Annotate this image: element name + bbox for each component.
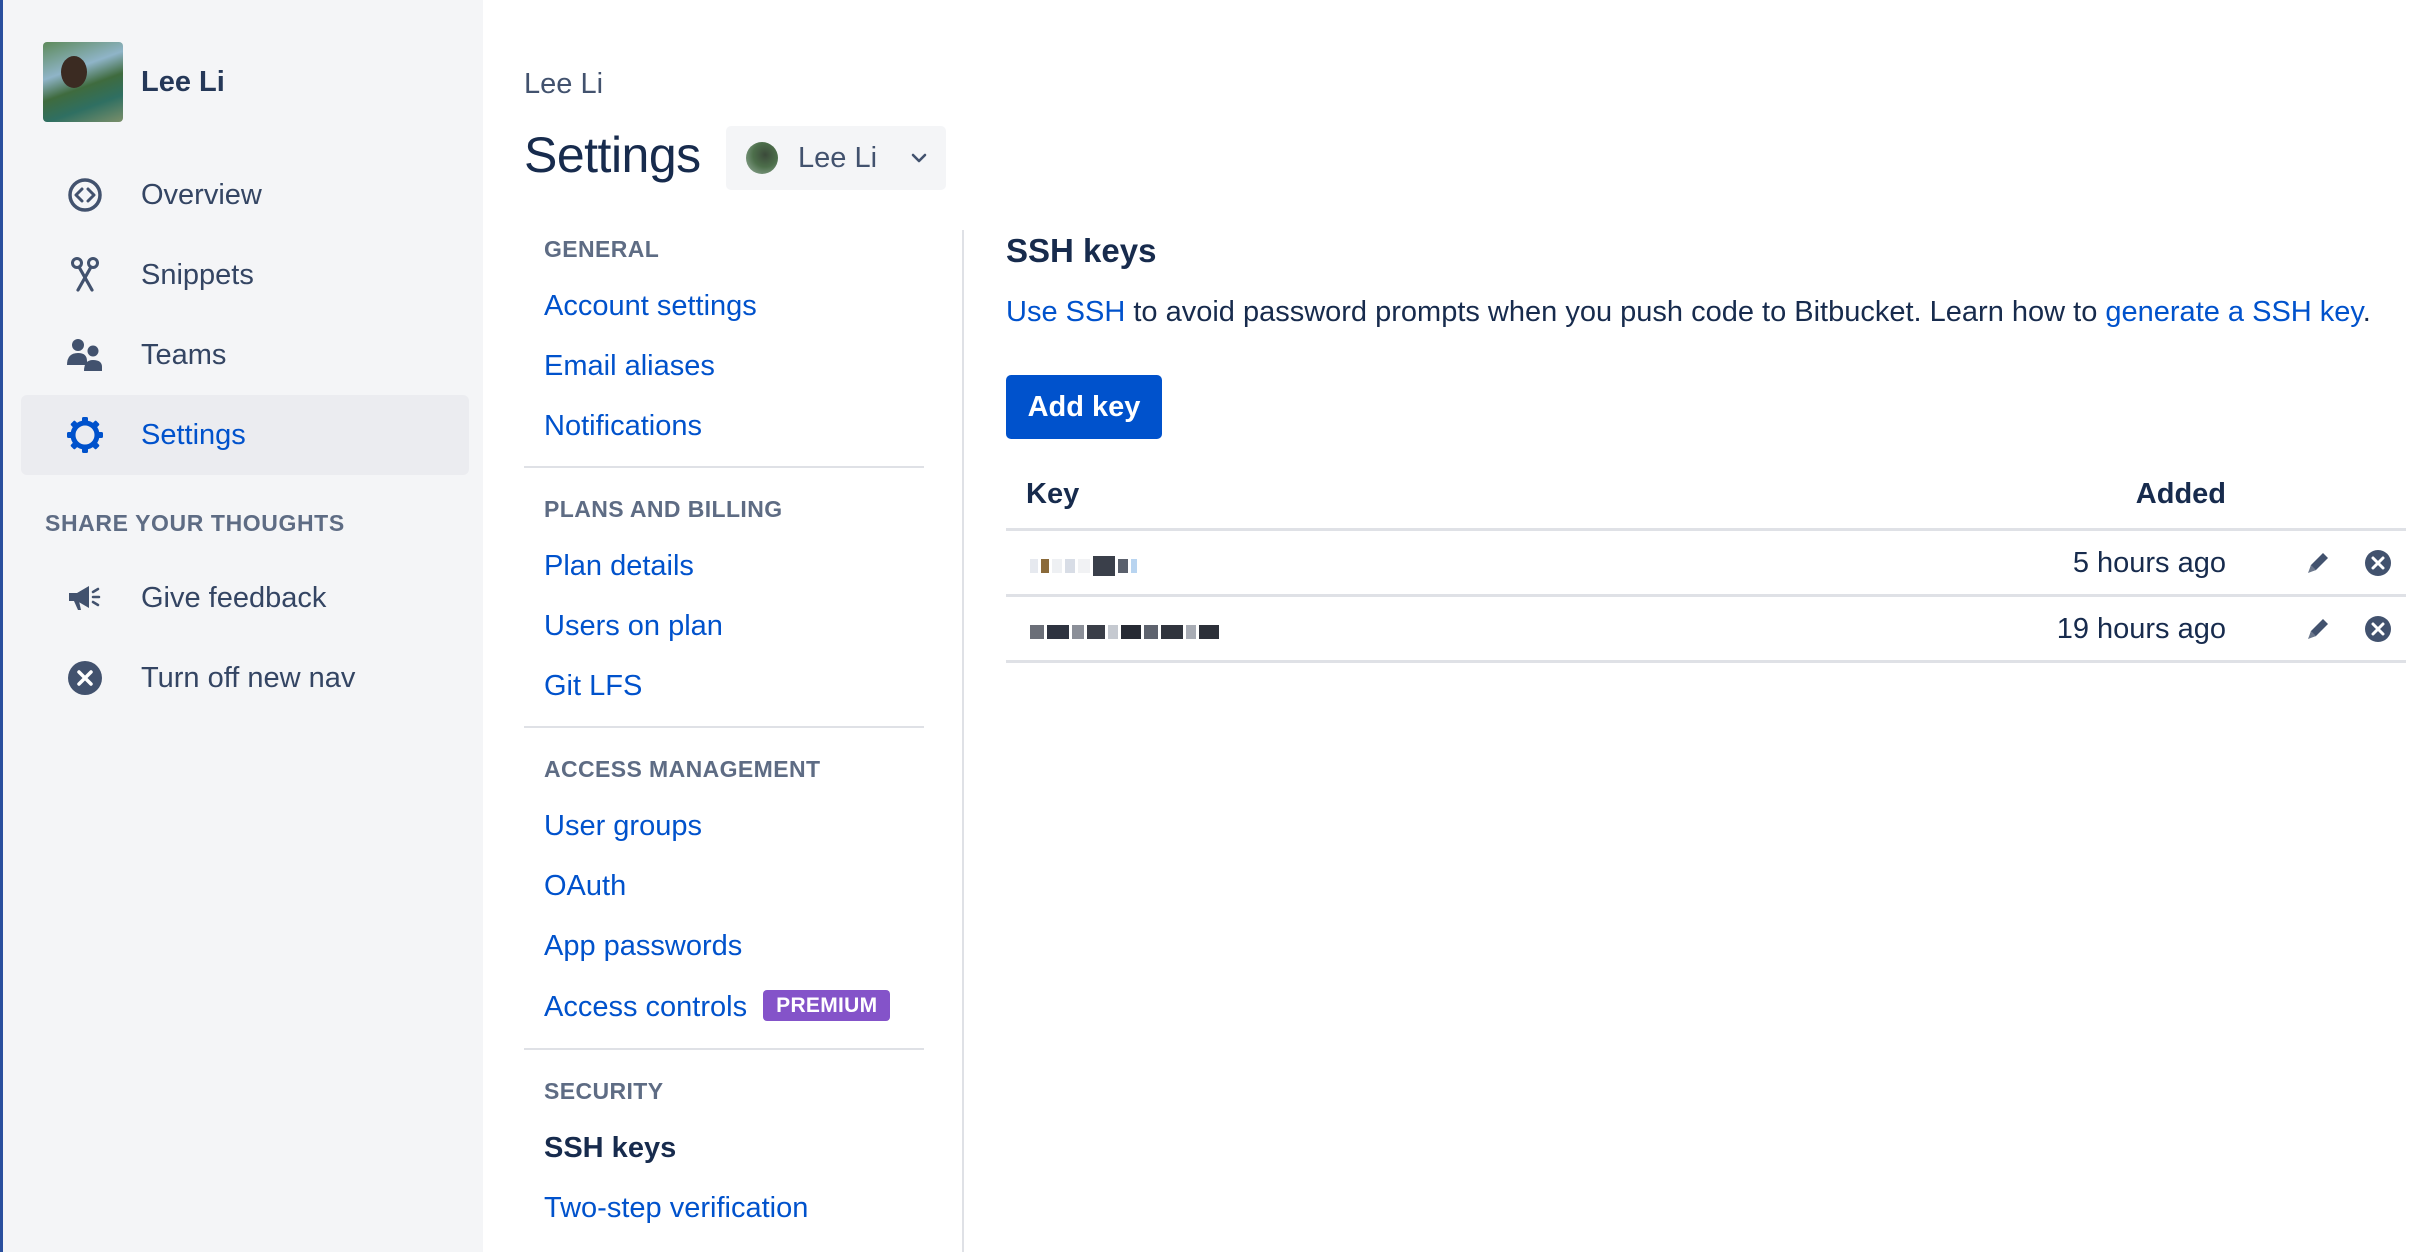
premium-badge: PREMIUM <box>763 990 891 1021</box>
snippets-icon <box>63 253 107 297</box>
content-description: Use SSH to avoid password prompts when y… <box>1006 296 2371 329</box>
settings-link-access-controls[interactable]: Access controls PREMIUM <box>544 990 891 1024</box>
divider <box>524 1048 924 1050</box>
settings-link-user-groups[interactable]: User groups <box>544 810 702 843</box>
settings-link-git-lfs[interactable]: Git LFS <box>544 670 642 703</box>
sidebar-item-overview[interactable]: Overview <box>21 155 469 235</box>
sidebar-item-label: Settings <box>141 418 246 451</box>
close-circle-icon[interactable] <box>2362 613 2394 645</box>
global-sidebar: Lee Li Overview Snippets Teams Settings … <box>0 0 483 1252</box>
column-header-key: Key <box>1026 478 1080 510</box>
pencil-icon[interactable] <box>2302 547 2334 579</box>
divider <box>962 230 964 1252</box>
megaphone-icon <box>63 576 107 620</box>
sidebar-item-settings[interactable]: Settings <box>21 395 469 475</box>
sidebar-item-label: Teams <box>141 338 227 371</box>
turn-off-new-nav-item[interactable]: Turn off new nav <box>21 638 469 718</box>
sidebar-item-label: Turn off new nav <box>141 661 356 694</box>
divider <box>524 466 924 468</box>
close-circle-icon[interactable] <box>2362 547 2394 579</box>
settings-link-account-settings[interactable]: Account settings <box>544 290 757 323</box>
share-thoughts-heading: SHARE YOUR THOUGHTS <box>45 510 345 536</box>
settings-link-users-on-plan[interactable]: Users on plan <box>544 610 723 643</box>
settings-nav-heading-plans: PLANS AND BILLING <box>544 496 783 522</box>
settings-nav-heading-access: ACCESS MANAGEMENT <box>544 756 821 782</box>
content-title: SSH keys <box>1006 232 1157 269</box>
table-row: 19 hours ago <box>1006 597 2406 663</box>
settings-link-two-step-verification[interactable]: Two-step verification <box>544 1192 808 1225</box>
settings-link-label: Access controls <box>544 991 748 1023</box>
settings-link-app-passwords[interactable]: App passwords <box>544 930 742 963</box>
sidebar-item-label: Snippets <box>141 258 254 291</box>
pencil-icon[interactable] <box>2302 613 2334 645</box>
added-cell: 19 hours ago <box>2056 613 2226 645</box>
use-ssh-link[interactable]: Use SSH <box>1006 296 1125 328</box>
settings-link-email-aliases[interactable]: Email aliases <box>544 350 715 383</box>
profile-name: Lee Li <box>141 65 225 98</box>
added-cell: 5 hours ago <box>2072 547 2226 579</box>
description-text: to avoid password prompts when you push … <box>1125 296 2106 328</box>
settings-link-plan-details[interactable]: Plan details <box>544 550 694 583</box>
profile[interactable]: Lee Li <box>43 42 225 122</box>
page-title: Settings <box>524 127 701 183</box>
avatar[interactable] <box>43 42 123 122</box>
sidebar-item-teams[interactable]: Teams <box>21 315 469 395</box>
sidebar-item-label: Overview <box>141 178 262 211</box>
settings-link-oauth[interactable]: OAuth <box>544 870 626 903</box>
breadcrumb[interactable]: Lee Li <box>524 68 603 101</box>
chevron-down-icon <box>909 151 929 165</box>
gear-icon <box>63 413 107 457</box>
account-switcher[interactable]: Lee Li <box>726 126 946 190</box>
overview-icon <box>63 173 107 217</box>
settings-nav-heading-general: GENERAL <box>544 236 660 262</box>
settings-link-notifications[interactable]: Notifications <box>544 410 702 443</box>
divider <box>524 726 924 728</box>
settings-nav-heading-security: SECURITY <box>544 1078 664 1104</box>
description-end: . <box>2362 296 2371 328</box>
add-key-button[interactable]: Add key <box>1006 375 1162 439</box>
avatar <box>746 142 778 174</box>
key-label-redacted <box>1030 555 1137 577</box>
settings-link-ssh-keys[interactable]: SSH keys <box>544 1132 676 1165</box>
column-header-added: Added <box>2135 478 2226 510</box>
teams-icon <box>63 333 107 377</box>
table-row: 5 hours ago <box>1006 531 2406 597</box>
give-feedback-item[interactable]: Give feedback <box>21 558 469 638</box>
account-switcher-label: Lee Li <box>798 141 878 174</box>
sidebar-item-snippets[interactable]: Snippets <box>21 235 469 315</box>
generate-ssh-key-link[interactable]: generate a SSH key <box>2105 296 2362 328</box>
divider <box>1006 660 2406 663</box>
key-label-redacted <box>1030 621 1219 643</box>
close-circle-icon <box>63 656 107 700</box>
sidebar-item-label: Give feedback <box>141 581 327 614</box>
